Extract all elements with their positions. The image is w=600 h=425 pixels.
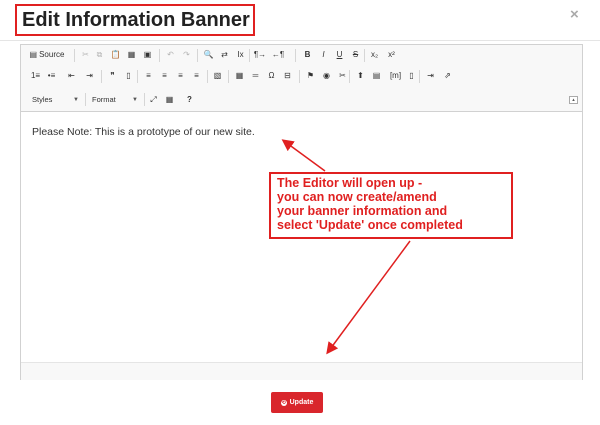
annotation-callout: The Editor will open up - you can now cr… (269, 172, 513, 239)
callout-line: you can now create/amend (277, 190, 437, 204)
arrow-to-content (281, 139, 326, 172)
callout-line: your banner information and (277, 204, 448, 218)
update-button[interactable]: ⟲ Update (271, 392, 323, 413)
update-icon: ⟲ (280, 400, 287, 406)
callout-line: The Editor will open up - (277, 176, 423, 190)
update-button-label: Update (289, 399, 314, 406)
callout-line: select 'Update' once completed (277, 218, 463, 232)
arrow-to-bottom (326, 240, 411, 355)
